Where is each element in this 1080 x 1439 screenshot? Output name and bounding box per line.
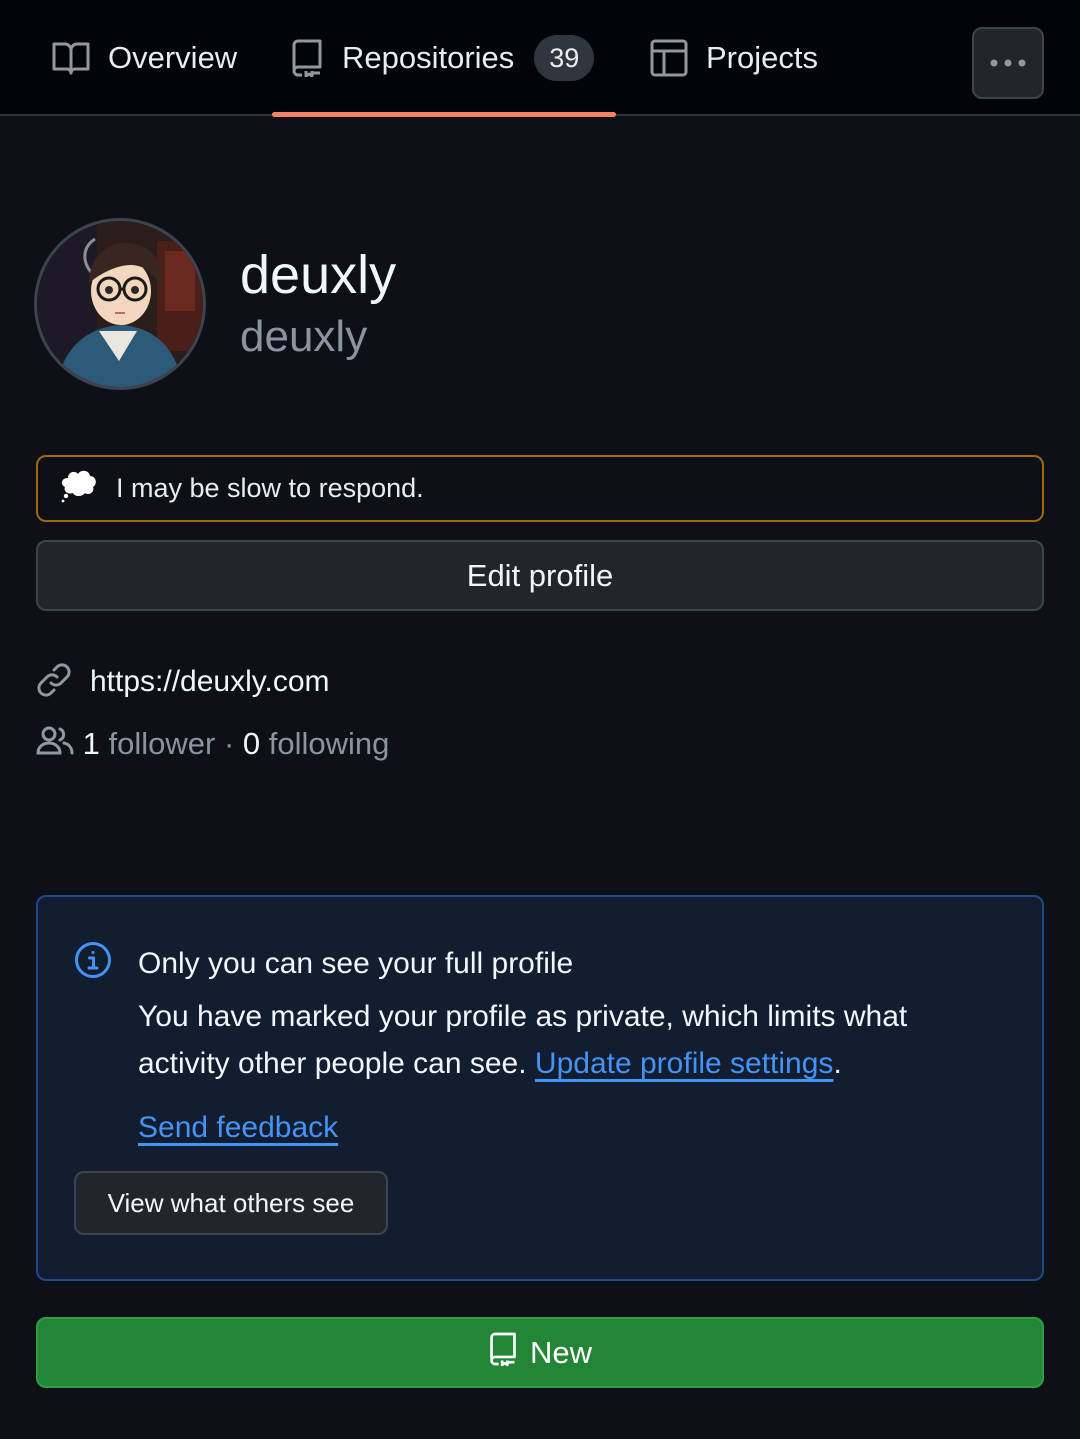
tab-overview[interactable]: Overview (52, 0, 237, 116)
notice-title: Only you can see your full profile (138, 947, 574, 980)
website-link[interactable]: https://deuxly.com (90, 665, 330, 699)
repositories-count-badge: 39 (534, 35, 595, 81)
book-icon (52, 41, 90, 75)
followers-link[interactable]: 1 follower (83, 726, 216, 762)
follower-stats: 1 follower · 0 following (36, 722, 389, 766)
selected-tab-indicator (272, 112, 616, 117)
edit-profile-button[interactable]: Edit profile (36, 540, 1044, 611)
tab-projects-label: Projects (706, 40, 818, 75)
tab-overview-label: Overview (108, 40, 238, 75)
link-icon (36, 662, 72, 703)
thought-balloon-icon (60, 468, 98, 509)
private-profile-notice: Only you can see your full profile You h… (36, 895, 1044, 1281)
followers-count: 1 (82, 726, 100, 761)
view-what-others-see-button[interactable]: View what others see (74, 1171, 388, 1235)
profile-tab-nav: Overview Repositories 39 Projects (0, 0, 1080, 117)
profile-username: deuxly (240, 312, 368, 361)
people-icon (36, 725, 74, 763)
profile-display-name: deuxly (240, 245, 397, 305)
user-status[interactable]: I may be slow to respond. (36, 455, 1044, 522)
repo-icon (488, 1331, 518, 1375)
update-profile-settings-link[interactable]: Update profile settings (535, 1047, 834, 1080)
table-icon (650, 39, 688, 77)
following-label: following (268, 726, 390, 761)
tab-projects[interactable]: Projects (650, 0, 818, 116)
kebab-horizontal-icon (990, 54, 1026, 72)
notice-body: You have marked your profile as private,… (138, 993, 978, 1087)
tab-repositories-label: Repositories (342, 40, 515, 75)
status-message: I may be slow to respond. (116, 473, 424, 503)
notice-body-period: . (833, 1047, 842, 1080)
profile-website[interactable]: https://deuxly.com (36, 660, 330, 704)
following-count: 0 (242, 726, 261, 761)
repo-icon (290, 39, 324, 77)
more-options-button[interactable] (972, 27, 1044, 99)
followers-label: follower (108, 726, 216, 761)
info-icon (74, 941, 112, 984)
tab-repositories[interactable]: Repositories 39 (290, 0, 595, 116)
avatar[interactable] (34, 218, 206, 390)
new-button-label: New (529, 1334, 592, 1370)
new-repository-button[interactable]: New (36, 1317, 1044, 1388)
following-link[interactable]: 0 following (243, 726, 390, 762)
send-feedback-link[interactable]: Send feedback (138, 1111, 338, 1145)
separator-dot: · (223, 726, 235, 761)
